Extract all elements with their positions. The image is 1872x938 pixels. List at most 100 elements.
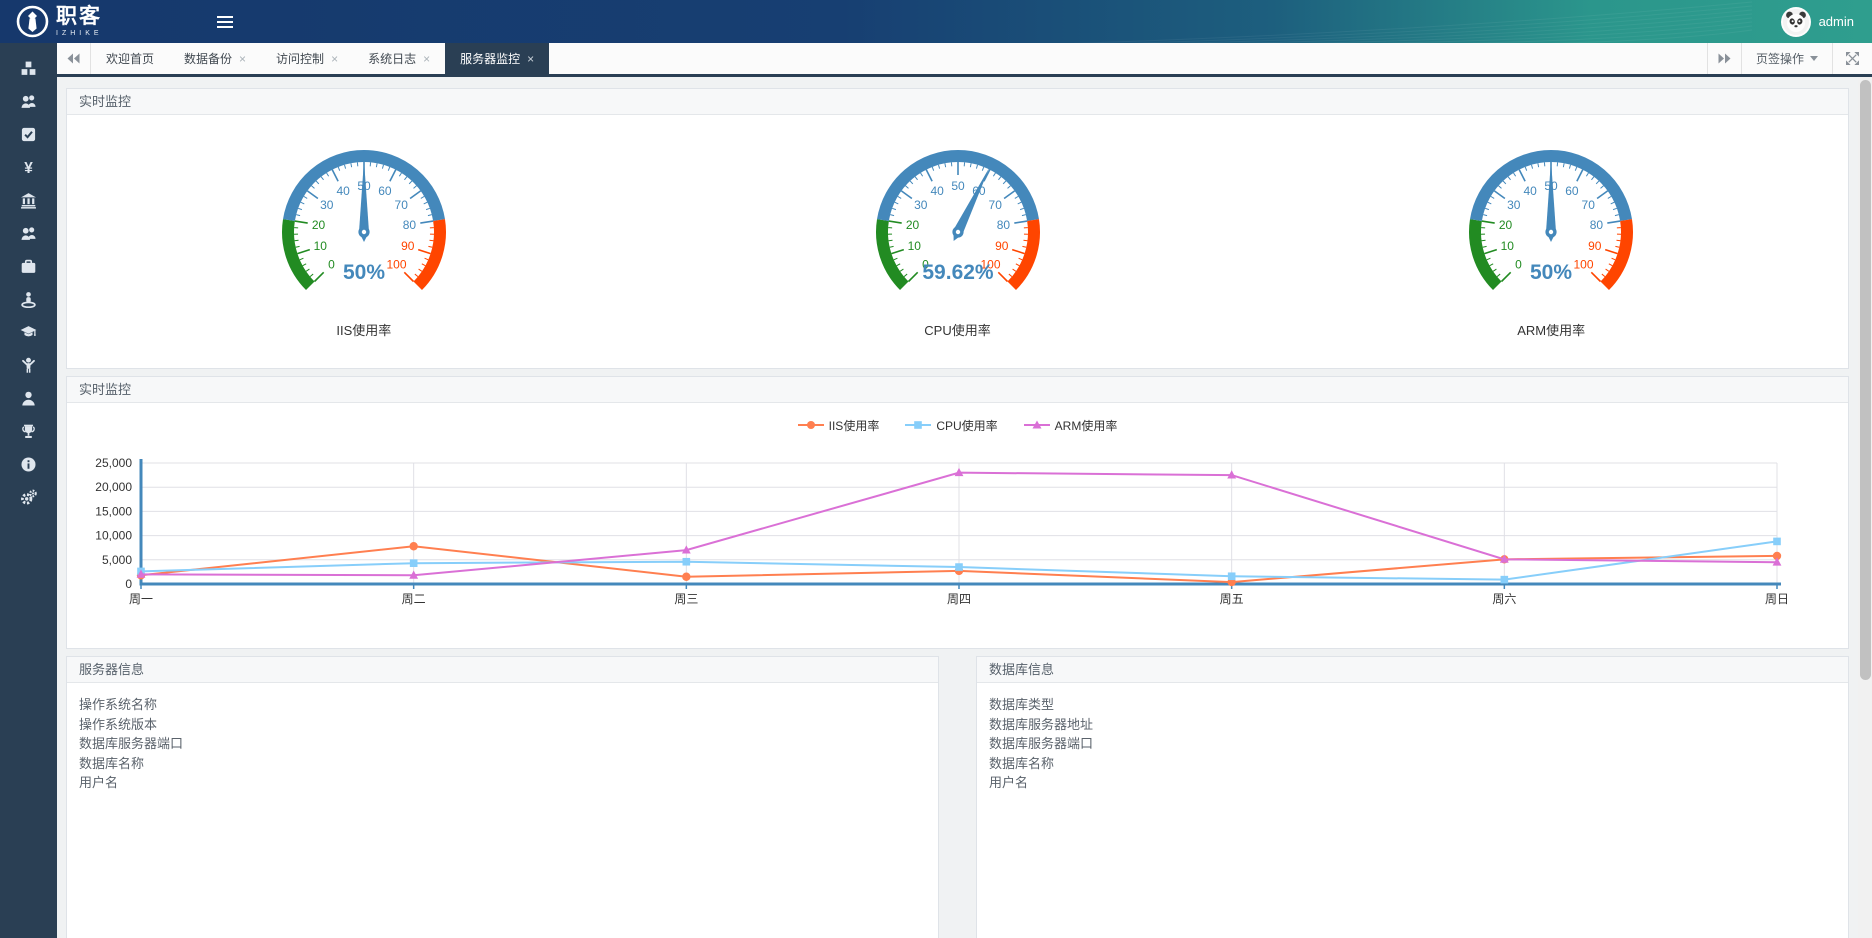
sidebar-item[interactable] [0, 52, 57, 85]
user-menu[interactable]: admin [1781, 7, 1872, 37]
sidebar-item[interactable] [0, 283, 57, 316]
avatar [1781, 7, 1811, 37]
svg-text:周二: 周二 [402, 592, 426, 606]
chart-legend: IIS使用率 CPU使用率 ARM使用率 [67, 415, 1848, 435]
users-icon [20, 225, 37, 242]
svg-text:90: 90 [995, 239, 1009, 253]
sidebar-item[interactable] [0, 184, 57, 217]
chart-panel: 实时监控 IIS使用率 CPU使用率 ARM使用率 05,00010,00015… [66, 376, 1849, 649]
child-icon [20, 357, 37, 374]
svg-text:40: 40 [930, 184, 944, 198]
graduation-cap-icon [20, 324, 37, 341]
fullscreen-button[interactable] [1832, 43, 1872, 74]
legend-item[interactable]: CPU使用率 [905, 417, 997, 434]
sidebar-item[interactable] [0, 250, 57, 283]
sidebar-item[interactable] [0, 316, 57, 349]
svg-text:30: 30 [320, 198, 334, 212]
server-info-field: 数据库名称 [79, 754, 926, 774]
svg-text:周五: 周五 [1220, 592, 1244, 606]
svg-text:¥: ¥ [24, 160, 33, 176]
yen-icon: ¥ [20, 159, 37, 176]
tab-3[interactable]: 系统日志 × [353, 43, 445, 74]
user-icon [20, 390, 37, 407]
content-area: 实时监控 010203040506070809010050% IIS使用率 01… [57, 77, 1872, 938]
info-row: 服务器信息 操作系统名称操作系统版本数据库服务器端口数据库名称用户名 数据库信息… [66, 656, 1849, 938]
tab-close-icon[interactable]: × [239, 53, 246, 65]
tab-operations-label: 页签操作 [1756, 50, 1804, 67]
scrollbar-thumb[interactable] [1860, 80, 1871, 680]
tab-1[interactable]: 数据备份 × [169, 43, 261, 74]
gauge-title: CPU使用率 [661, 320, 1255, 339]
trophy-icon [20, 423, 37, 440]
svg-text:10,000: 10,000 [95, 529, 132, 543]
svg-text:100: 100 [386, 258, 406, 272]
svg-text:15,000: 15,000 [95, 504, 132, 518]
database-info-panel: 数据库信息 数据库类型数据库服务器地址数据库服务器端口数据库名称用户名 [976, 656, 1849, 938]
logo-title: 职客 [56, 6, 103, 27]
database-info-title: 数据库信息 [977, 657, 1848, 683]
tab-0[interactable]: 欢迎首页 [91, 43, 169, 74]
server-info-field: 用户名 [79, 773, 926, 793]
sidebar-item[interactable] [0, 85, 57, 118]
svg-text:10: 10 [907, 239, 921, 253]
svg-text:周日: 周日 [1765, 592, 1789, 606]
legend-item[interactable]: ARM使用率 [1024, 417, 1118, 434]
server-info-field: 操作系统版本 [79, 715, 926, 735]
database-info-field: 数据库名称 [989, 754, 1836, 774]
svg-text:10: 10 [313, 239, 327, 253]
svg-text:周一: 周一 [129, 592, 153, 606]
svg-text:70: 70 [394, 198, 408, 212]
top-navbar: 职客 IZHIKE admin [0, 0, 1872, 43]
tab-close-icon[interactable]: × [527, 53, 534, 65]
svg-text:40: 40 [1524, 184, 1538, 198]
svg-text:25,000: 25,000 [95, 456, 132, 470]
svg-text:30: 30 [1507, 198, 1521, 212]
legend-item[interactable]: IIS使用率 [798, 417, 880, 434]
server-info-title: 服务器信息 [67, 657, 938, 683]
svg-text:60: 60 [1565, 184, 1579, 198]
svg-text:80: 80 [996, 218, 1010, 232]
menu-toggle-icon[interactable] [208, 7, 242, 37]
tab-bar: 欢迎首页 数据备份 × 访问控制 × 系统日志 × 服务器监控 × 页签操作 [57, 43, 1872, 77]
svg-text:0: 0 [328, 258, 335, 272]
svg-text:90: 90 [1588, 239, 1602, 253]
logo-tie-icon [16, 5, 49, 38]
sidebar-item[interactable] [0, 118, 57, 151]
svg-text:40: 40 [336, 184, 350, 198]
svg-text:60: 60 [378, 184, 392, 198]
sidebar-item[interactable] [0, 349, 57, 382]
server-info-field: 操作系统名称 [79, 695, 926, 715]
database-info-field: 用户名 [989, 773, 1836, 793]
sidebar-item[interactable] [0, 448, 57, 481]
info-icon [20, 456, 37, 473]
svg-text:70: 70 [1582, 198, 1596, 212]
app-logo[interactable]: 职客 IZHIKE [0, 5, 103, 38]
bank-icon [20, 192, 37, 209]
gauge-title: ARM使用率 [1254, 320, 1848, 339]
legend-marker-triangle [1024, 420, 1050, 430]
sidebar-item[interactable] [0, 415, 57, 448]
tab-close-icon[interactable]: × [331, 53, 338, 65]
svg-text:0: 0 [125, 577, 132, 591]
gauge: 010203040506070809010050% ARM使用率 [1254, 137, 1848, 368]
tab-operations-dropdown[interactable]: 页签操作 [1741, 43, 1832, 74]
tabs-scroll-right-button[interactable] [1707, 43, 1741, 74]
username-label: admin [1819, 14, 1854, 29]
gauge: 010203040506070809010050% IIS使用率 [67, 137, 661, 368]
vertical-scrollbar[interactable] [1858, 77, 1872, 938]
tab-close-icon[interactable]: × [423, 53, 430, 65]
tab-4[interactable]: 服务器监控 × [445, 43, 549, 74]
svg-text:周六: 周六 [1492, 592, 1516, 606]
sidebar-item[interactable] [0, 481, 57, 514]
sidebar-item[interactable] [0, 217, 57, 250]
svg-text:10: 10 [1501, 239, 1515, 253]
tab-2[interactable]: 访问控制 × [261, 43, 353, 74]
database-info-field: 数据库类型 [989, 695, 1836, 715]
svg-text:90: 90 [401, 239, 415, 253]
tabs-scroll-left-button[interactable] [57, 43, 91, 74]
cubes-icon [20, 60, 37, 77]
sidebar-item[interactable] [0, 382, 57, 415]
sidebar-item[interactable]: ¥ [0, 151, 57, 184]
svg-text:0: 0 [1515, 258, 1522, 272]
check-square-icon [20, 126, 37, 143]
